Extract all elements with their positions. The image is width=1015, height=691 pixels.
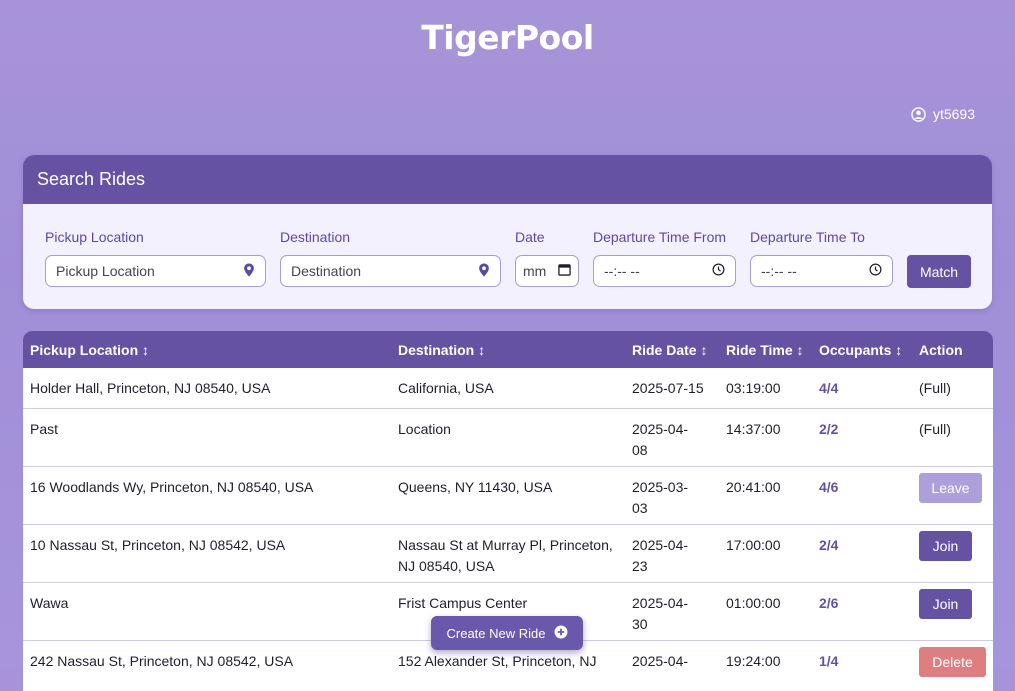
join-button[interactable]: Join (919, 530, 972, 561)
table-row: 16 Woodlands Wy, Princeton, NJ 08540, US… (23, 466, 993, 525)
search-rides-heading: Search Rides (23, 155, 992, 204)
pickup-cell: Holder Hall, Princeton, NJ 08540, USA (23, 368, 391, 409)
occupants-link[interactable]: 2/2 (812, 408, 912, 467)
table-row: Past Location 2025-04-08 14:37:00 2/2 (F… (23, 408, 993, 467)
map-pin-icon (478, 262, 490, 280)
table-row: Holder Hall, Princeton, NJ 08540, USA Ca… (23, 368, 993, 409)
destination-label: Destination (280, 229, 351, 245)
date-cell: 2025-07-15 (625, 368, 719, 409)
action-cell: Join (912, 582, 993, 641)
destination-cell: California, USA (391, 368, 625, 409)
username: yt5693 (932, 106, 975, 122)
clock-icon (712, 263, 725, 279)
date-input[interactable]: mm (515, 255, 579, 287)
destination-cell: Queens, NY 11430, USA (391, 466, 625, 525)
time-cell: 03:19:00 (719, 368, 812, 409)
action-cell: Delete (912, 640, 993, 691)
column-header-pickup[interactable]: Pickup Location ↕ (23, 331, 391, 368)
time-cell: 17:00:00 (719, 524, 812, 583)
app-title: TigerPool (421, 18, 594, 57)
pickup-cell: Wawa (23, 582, 391, 641)
destination-cell: Location (391, 408, 625, 467)
occupants-link[interactable]: 2/6 (812, 582, 912, 641)
departure-time-from-label: Departure Time From (593, 229, 727, 245)
date-cell: 2025-04- (625, 640, 719, 691)
destination-cell: Nassau St at Murray Pl, Princeton, NJ 08… (391, 524, 625, 583)
date-value: mm (523, 263, 547, 279)
departure-time-from-value: --:-- -- (604, 263, 640, 279)
column-header-destination[interactable]: Destination ↕ (391, 331, 625, 368)
column-header-action: Action (919, 341, 963, 358)
occupants-link[interactable]: 4/6 (812, 466, 912, 525)
pickup-location-input[interactable]: Pickup Location (45, 255, 266, 287)
map-pin-icon (243, 262, 255, 280)
occupants-link[interactable]: 2/4 (812, 524, 912, 583)
date-label: Date (515, 229, 545, 245)
action-cell: Leave (912, 466, 993, 525)
full-status: (Full) (912, 368, 993, 409)
occupants-link[interactable]: 4/4 (812, 368, 912, 409)
departure-time-to-label: Departure Time To (750, 229, 865, 245)
date-cell: 2025-04-30 (625, 582, 719, 641)
pickup-cell: Past (23, 408, 391, 467)
column-header-ride-time[interactable]: Ride Time ↕ (719, 331, 812, 368)
match-button[interactable]: Match (907, 255, 971, 288)
destination-placeholder: Destination (291, 263, 362, 279)
date-cell: 2025-04-08 (625, 408, 719, 467)
clock-icon (869, 263, 882, 279)
plus-circle-icon (554, 625, 568, 642)
pickup-location-label: Pickup Location (45, 229, 144, 245)
search-rides-panel: Search Rides Pickup Location Pickup Loca… (23, 155, 992, 309)
create-new-ride-button[interactable]: Create New Ride (431, 616, 583, 650)
destination-input[interactable]: Destination (280, 255, 501, 287)
leave-button[interactable]: Leave (919, 472, 982, 503)
delete-button[interactable]: Delete (919, 646, 986, 677)
column-header-ride-date[interactable]: Ride Date ↕ (625, 331, 719, 368)
calendar-icon (558, 263, 571, 279)
time-cell: 14:37:00 (719, 408, 812, 467)
user-menu[interactable]: yt5693 (911, 106, 975, 122)
table-header-row: Pickup Location ↕ Destination ↕ Ride Dat… (23, 331, 993, 368)
date-cell: 2025-03-03 (625, 466, 719, 525)
time-cell: 20:41:00 (719, 466, 812, 525)
pickup-cell: 16 Woodlands Wy, Princeton, NJ 08540, US… (23, 466, 391, 525)
departure-time-from-input[interactable]: --:-- -- (593, 255, 736, 287)
departure-time-to-value: --:-- -- (761, 263, 797, 279)
departure-time-to-input[interactable]: --:-- -- (750, 255, 893, 287)
date-cell: 2025-04-23 (625, 524, 719, 583)
join-button[interactable]: Join (919, 588, 972, 619)
pickup-location-placeholder: Pickup Location (56, 263, 155, 279)
pickup-cell: 242 Nassau St, Princeton, NJ 08542, USA (23, 640, 391, 691)
full-status: (Full) (912, 408, 993, 467)
create-new-ride-label: Create New Ride (446, 625, 546, 641)
column-header-occupants[interactable]: Occupants ↕ (812, 331, 912, 368)
time-cell: 19:24:00 (719, 640, 812, 691)
action-cell: Join (912, 524, 993, 583)
time-cell: 01:00:00 (719, 582, 812, 641)
occupants-link[interactable]: 1/4 (812, 640, 912, 691)
table-row: 10 Nassau St, Princeton, NJ 08542, USA N… (23, 524, 993, 583)
user-circle-icon (911, 106, 926, 122)
pickup-cell: 10 Nassau St, Princeton, NJ 08542, USA (23, 524, 391, 583)
